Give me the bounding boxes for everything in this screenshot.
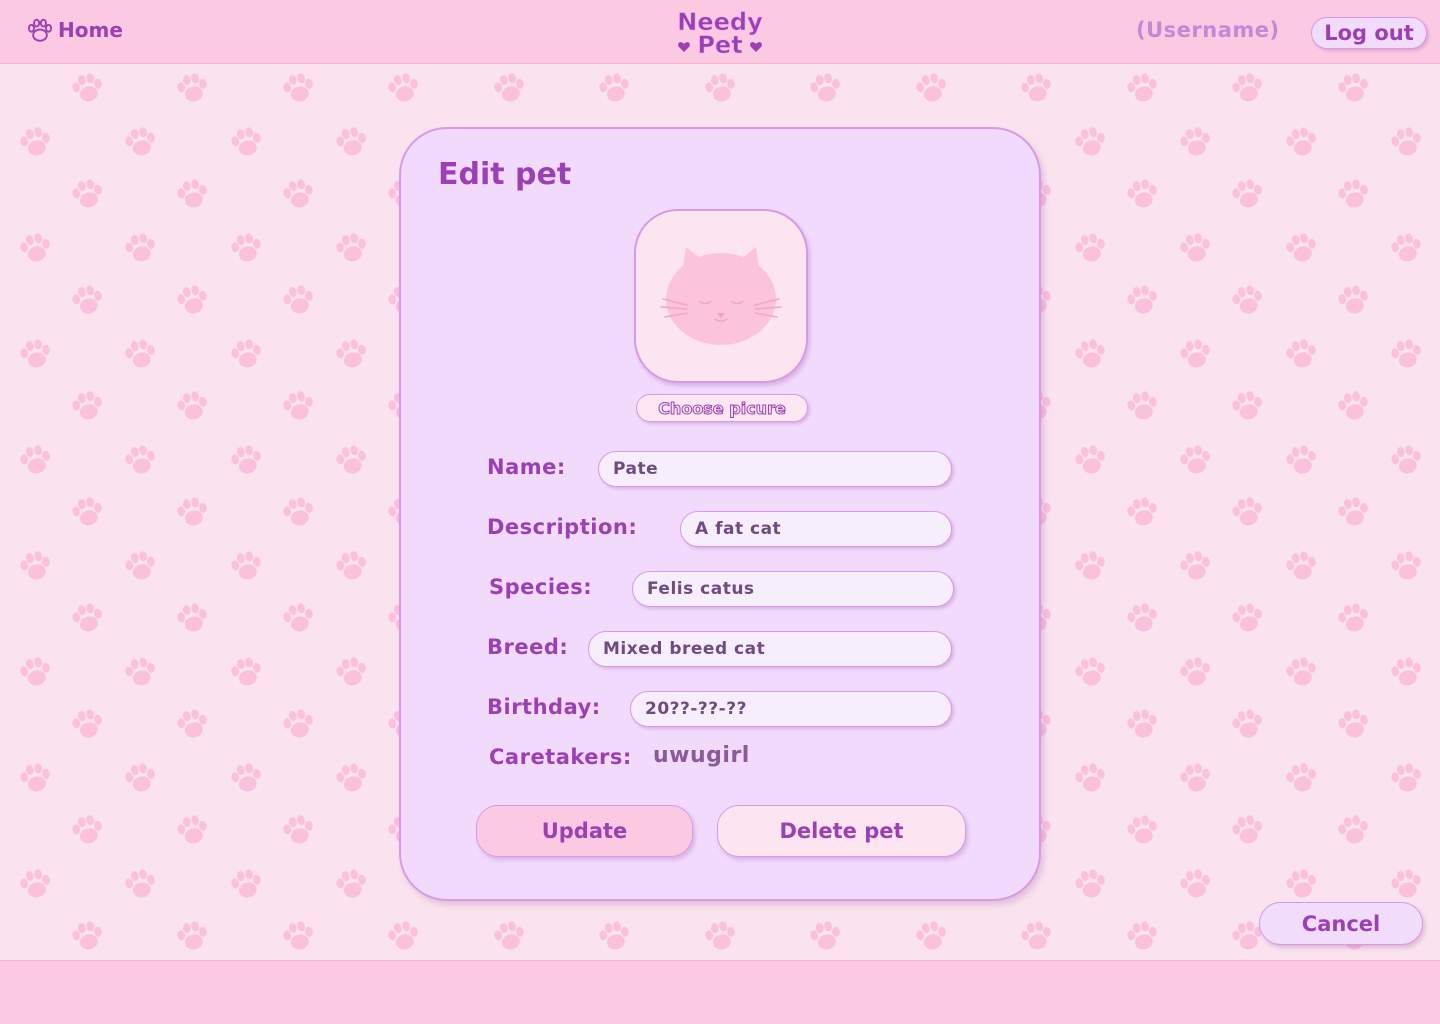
username-display: (Username) <box>1136 18 1280 42</box>
logo-heart-left <box>678 42 690 52</box>
paw-icon <box>28 18 52 42</box>
page-title: Edit pet <box>438 157 572 192</box>
update-button[interactable]: Update <box>476 805 693 857</box>
species-label: Species: <box>489 575 593 599</box>
pet-avatar[interactable] <box>634 209 808 383</box>
caretakers-label: Caretakers: <box>489 745 632 769</box>
delete-pet-button[interactable]: Delete pet <box>717 805 966 857</box>
name-label: Name: <box>487 455 566 479</box>
home-label: Home <box>58 18 123 42</box>
logo-line2: Pet <box>697 31 742 58</box>
edit-pet-card: Edit pet Choose picure Name: Pate Descri… <box>399 127 1041 901</box>
home-link[interactable]: Home <box>28 18 123 42</box>
choose-picture-button[interactable]: Choose picure <box>636 394 808 422</box>
description-input[interactable] <box>680 511 952 547</box>
name-input[interactable] <box>598 451 952 487</box>
breed-label: Breed: <box>487 635 569 659</box>
species-input[interactable] <box>632 571 954 607</box>
birthday-label: Birthday: <box>487 695 601 719</box>
logout-button[interactable]: Log out <box>1311 17 1427 49</box>
caretakers-value: uwugirl <box>653 743 750 768</box>
top-navigation-bar: Home Needy Pet (Username) Log out <box>0 0 1440 64</box>
description-label: Description: <box>487 515 638 539</box>
birthday-input[interactable] <box>630 691 952 727</box>
breed-input[interactable] <box>588 631 952 667</box>
logo-heart-right <box>750 42 762 52</box>
cat-face-icon <box>660 247 782 345</box>
needy-pet-logo[interactable]: Needy Pet <box>668 6 772 58</box>
footer-bar <box>0 960 1440 1024</box>
cancel-button[interactable]: Cancel <box>1259 902 1423 945</box>
